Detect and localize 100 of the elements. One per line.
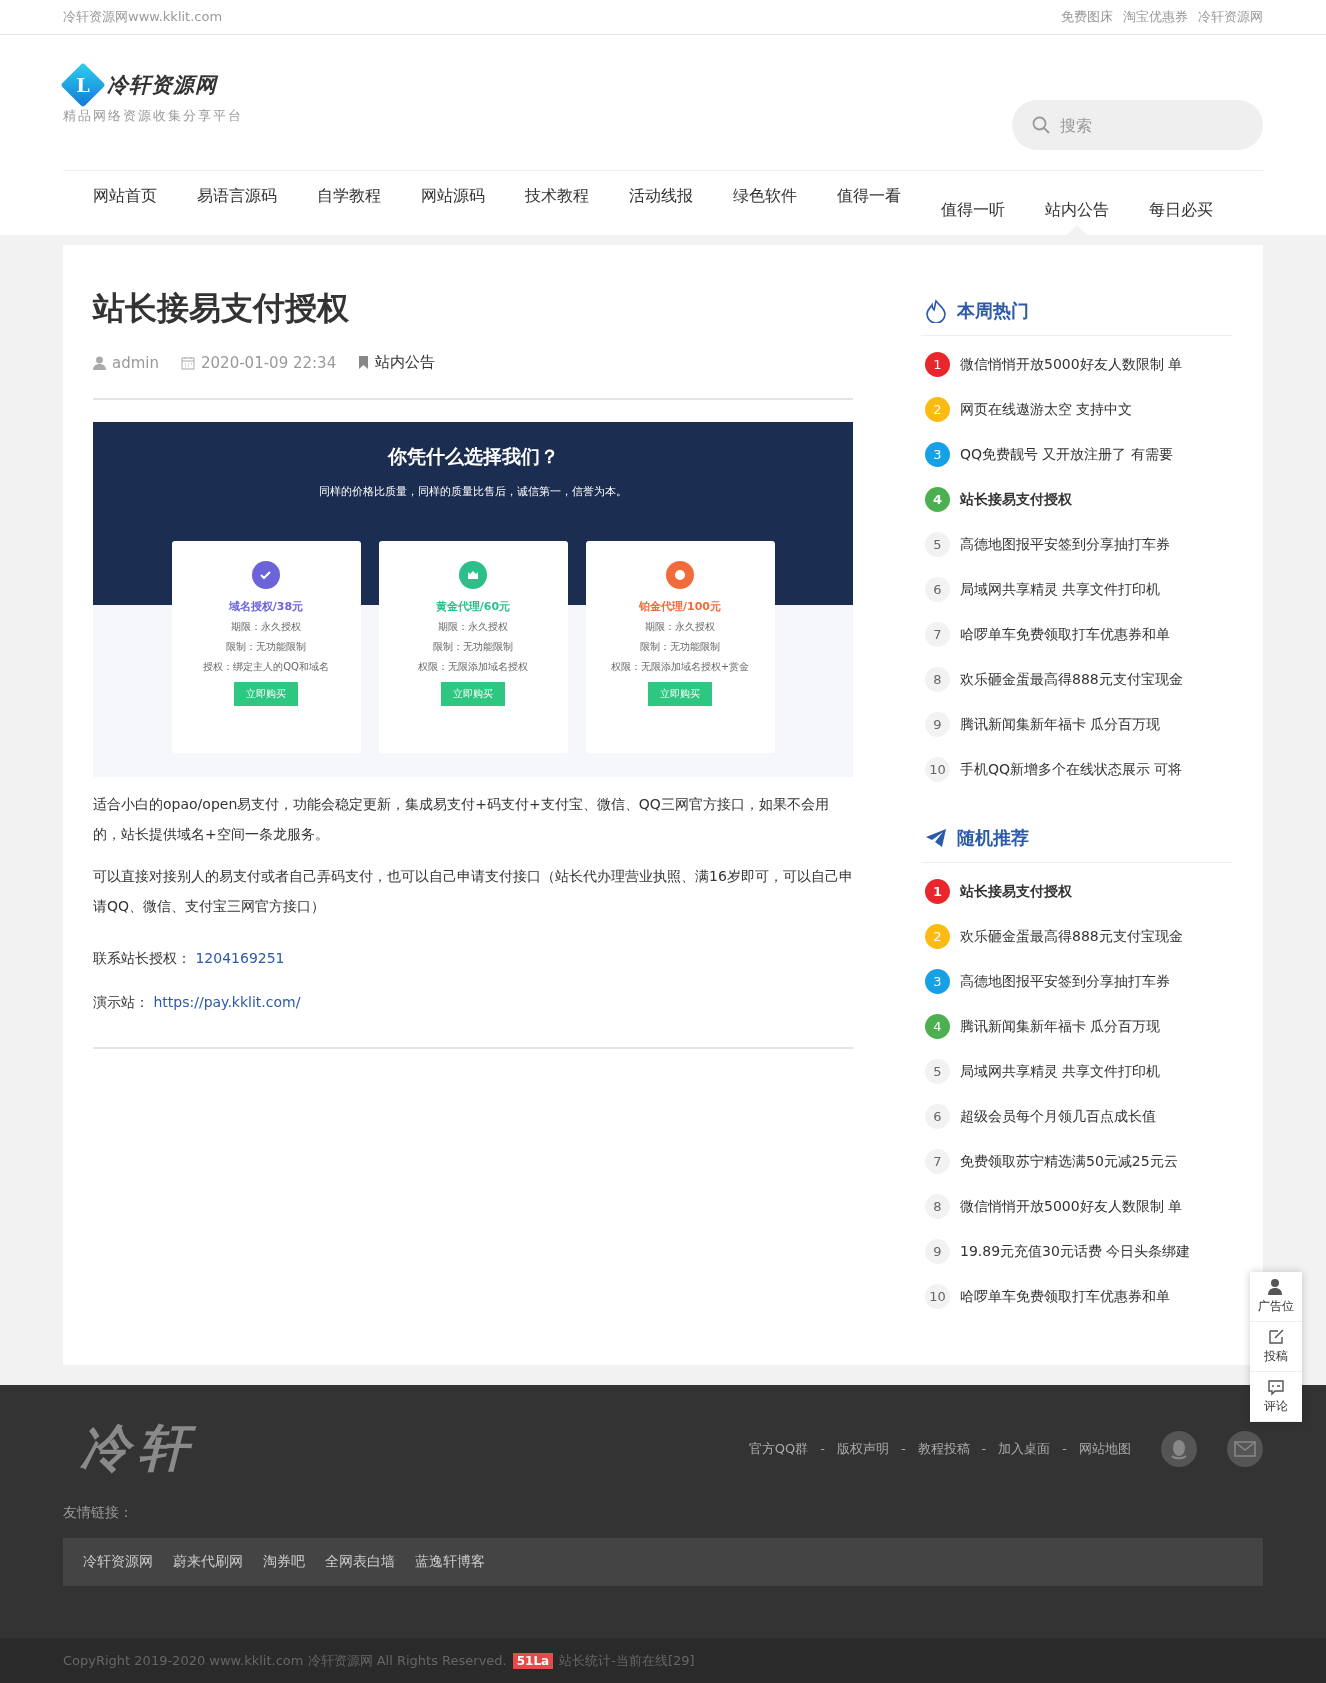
- ranked-article-link[interactable]: 9 19.89元充值30元话费 今日头条绑建: [921, 1229, 1232, 1274]
- ranked-article-link[interactable]: 1 站长接易支付授权: [921, 869, 1232, 914]
- ranked-article-link[interactable]: 7 免费领取苏宁精选满50元减25元云: [921, 1139, 1232, 1184]
- tagline: 精品网络资源收集分享平台: [63, 107, 243, 125]
- qq-button[interactable]: [1161, 1430, 1197, 1467]
- rank-badge: 8: [925, 1194, 950, 1219]
- ranked-article-link[interactable]: 4 站长接易支付授权: [921, 477, 1232, 522]
- ranked-article-link[interactable]: 5 高德地图报平安签到分享抽打车券: [921, 522, 1232, 567]
- nav-tab[interactable]: 自学教程: [297, 171, 401, 235]
- nav-tab[interactable]: 每日必买: [1129, 171, 1233, 235]
- footer-link[interactable]: 加入桌面: [998, 1439, 1051, 1458]
- plan-feature: 限制：无功能限制: [226, 640, 306, 654]
- rank-badge: 10: [925, 757, 950, 782]
- ranked-article-link[interactable]: 3 高德地图报平安签到分享抽打车券: [921, 959, 1232, 1004]
- comment-icon: [1267, 1378, 1285, 1396]
- link-separator: -: [1062, 1441, 1067, 1456]
- ranked-article-link[interactable]: 2 网页在线遨游太空 支持中文: [921, 387, 1232, 432]
- ranked-article-link[interactable]: 3 QQ免费靓号 又开放注册了 有需要: [921, 432, 1232, 477]
- ranked-article-link[interactable]: 8 微信悄悄开放5000好友人数限制 单: [921, 1184, 1232, 1229]
- footer-link[interactable]: 版权声明: [836, 1439, 889, 1458]
- nav-tab[interactable]: 站内公告: [1025, 171, 1129, 235]
- rank-badge: 6: [925, 577, 950, 602]
- ranked-article-link[interactable]: 8 欢乐砸金蛋最高得888元支付宝现金: [921, 657, 1232, 702]
- footer-logo: 冷轩: [80, 1417, 196, 1479]
- ranked-article-link[interactable]: 5 局域网共享精灵 共享文件打印机: [921, 1049, 1232, 1094]
- friend-link[interactable]: 蔚来代刷网: [173, 1553, 243, 1571]
- stats-badge[interactable]: 51La: [512, 1652, 554, 1669]
- rank-badge: 9: [925, 712, 950, 737]
- user-icon: [93, 355, 106, 370]
- article-title: 站长接易支付授权: [93, 288, 350, 329]
- nav-tab[interactable]: 易语言源码: [177, 171, 297, 235]
- plan-feature: 期限：永久授权: [438, 620, 508, 634]
- logo-title[interactable]: 冷轩资源网: [107, 71, 217, 99]
- screenshot-subheading: 同样的价格比质量，同样的质量比售后，诚信第一，信誉为本。: [319, 484, 627, 499]
- plan-title: 域名授权/38元: [228, 599, 304, 614]
- link-separator: -: [900, 1441, 906, 1456]
- rank-badge: 6: [925, 1104, 950, 1129]
- footer-link[interactable]: 网站地图: [1079, 1439, 1131, 1458]
- friend-link[interactable]: 冷轩资源网: [83, 1553, 153, 1571]
- plan-feature: 期限：永久授权: [645, 620, 715, 634]
- footer-link[interactable]: 教程投稿: [917, 1439, 970, 1458]
- ranked-article-link[interactable]: 10 手机QQ新增多个在线状态展示 可将: [921, 747, 1232, 792]
- person-icon: [1267, 1278, 1285, 1296]
- ranked-article-link[interactable]: 2 欢乐砸金蛋最高得888元支付宝现金: [921, 914, 1232, 959]
- plan-feature: 限制：无功能限制: [433, 640, 513, 654]
- nav-tab[interactable]: 绿色软件: [713, 171, 817, 235]
- flame-icon: [925, 299, 947, 323]
- screenshot-heading: 你凭什么选择我们？: [387, 444, 559, 469]
- nav-tab[interactable]: 技术教程: [505, 171, 609, 235]
- plan-feature: 期限：永久授权: [231, 620, 301, 634]
- friend-link[interactable]: 全网表白墙: [325, 1553, 395, 1571]
- rank-badge: 5: [925, 532, 950, 557]
- rank-badge: 3: [925, 442, 950, 467]
- ranked-article-link[interactable]: 9 腾讯新闻集新年福卡 瓜分百万现: [921, 702, 1232, 747]
- footer-link[interactable]: 官方QQ群: [748, 1439, 809, 1458]
- float-tool-button[interactable]: 广告位: [1250, 1272, 1302, 1322]
- plan-title: 黄金代理/60元: [435, 599, 511, 614]
- rank-badge: 10: [925, 1284, 950, 1309]
- category-link[interactable]: 站内公告: [358, 353, 436, 372]
- ranked-article-link[interactable]: 7 哈啰单车免费领取打车优惠券和单: [921, 612, 1232, 657]
- rank-badge: 1: [925, 352, 950, 377]
- copyright-text: CopyRight 2019-2020 www.kklit.com 冷轩资源网 All Rights Reserved.: [63, 1651, 507, 1670]
- mail-button[interactable]: [1227, 1430, 1263, 1467]
- plan-title: 铂金代理/100元: [639, 599, 721, 614]
- ranked-article-link[interactable]: 4 腾讯新闻集新年福卡 瓜分百万现: [921, 1004, 1232, 1049]
- friend-link[interactable]: 淘券吧: [263, 1553, 305, 1571]
- nav-tab[interactable]: 值得一看: [817, 171, 921, 235]
- plan-feature: 限制：无功能限制: [640, 640, 720, 654]
- link-separator: -: [820, 1441, 825, 1456]
- rank-badge: 1: [925, 879, 950, 904]
- contact-link[interactable]: 1204169251: [195, 950, 285, 966]
- mail-icon: [1234, 1440, 1256, 1457]
- widget-title: 随机推荐: [957, 826, 1029, 850]
- link-separator: -: [981, 1441, 987, 1456]
- nav-tab[interactable]: 网站首页: [73, 171, 177, 235]
- search-icon: [1032, 116, 1050, 134]
- rank-badge: 4: [925, 1014, 950, 1039]
- ranked-article-link[interactable]: 6 局域网共享精灵 共享文件打印机: [921, 567, 1232, 612]
- penguin-icon: [1170, 1437, 1188, 1460]
- ranked-article-link[interactable]: 1 微信悄悄开放5000好友人数限制 单: [921, 342, 1232, 387]
- friend-link[interactable]: 蓝逸轩博客: [415, 1553, 485, 1571]
- article-paragraph: 适合小白的opao/open易支付，功能会稳定更新，集成易支付+码支付+支付宝、微信、QQ三网官方接口，如果不会用的，站长提供域名+空间一条龙服务。: [93, 795, 830, 844]
- nav-tab[interactable]: 活动线报: [609, 171, 713, 235]
- post-date: 2020-01-09 22:34: [181, 353, 337, 372]
- site-name: 冷轩资源网www.kklit.com: [63, 8, 223, 26]
- nav-tab[interactable]: 网站源码: [401, 171, 505, 235]
- plan-feature: 权限：无限添加域名授权+赏金: [610, 660, 750, 674]
- nav-tab[interactable]: 值得一听: [921, 171, 1025, 235]
- rank-badge: 9: [925, 1239, 950, 1264]
- rank-badge: 3: [925, 969, 950, 994]
- float-tool-button[interactable]: 投稿: [1250, 1322, 1302, 1372]
- contact-link[interactable]: https://pay.kklit.com/: [153, 994, 301, 1010]
- friend-links-label: 友情链接：: [63, 1504, 133, 1520]
- search-field[interactable]: 搜索: [1012, 100, 1263, 150]
- widget-title: 本周热门: [957, 299, 1029, 323]
- ranked-article-link[interactable]: 6 超级会员每个月领几百点成长值: [921, 1094, 1232, 1139]
- bookmark-icon: [358, 356, 370, 369]
- plan-feature: 权限：无限添加域名授权: [418, 660, 528, 674]
- ranked-article-link[interactable]: 10 哈啰单车免费领取打车优惠券和单: [921, 1274, 1232, 1319]
- float-tool-button[interactable]: 评论: [1250, 1372, 1302, 1422]
